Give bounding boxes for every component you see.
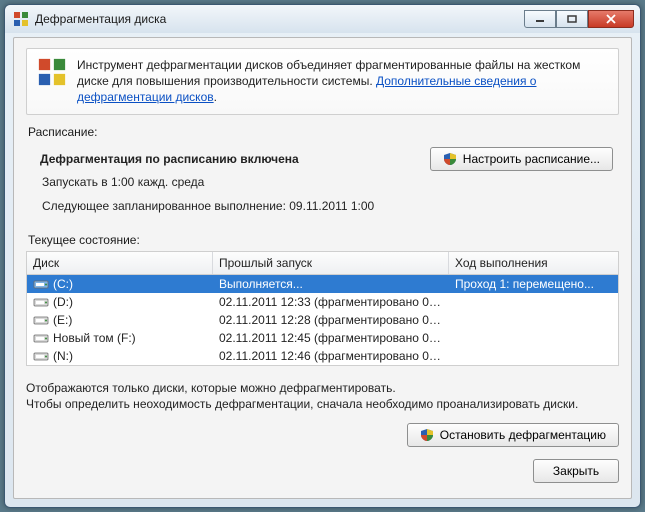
cell-disk: (D:) — [27, 294, 213, 310]
drive-icon — [33, 349, 49, 363]
cell-last-run: 02.11.2011 12:33 (фрагментировано 0%) — [213, 294, 449, 310]
col-header-disk[interactable]: Диск — [27, 252, 213, 274]
schedule-next-run: Следующее запланированное выполнение: 09… — [40, 199, 613, 213]
content-area: Инструмент дефрагментации дисков объедин… — [13, 37, 632, 499]
cell-progress — [449, 355, 618, 357]
schedule-panel: Дефрагментация по расписанию включена На… — [26, 143, 619, 223]
col-header-progress[interactable]: Ход выполнения — [449, 252, 618, 274]
disk-name: (N:) — [53, 349, 73, 363]
defrag-app-icon — [13, 11, 29, 27]
cell-disk: (C:) — [27, 276, 213, 292]
intro-text: Инструмент дефрагментации дисков объедин… — [77, 57, 608, 106]
stop-defrag-label: Остановить дефрагментацию — [440, 428, 606, 442]
hint-text: Отображаются только диски, которые можно… — [26, 380, 619, 414]
window-title: Дефрагментация диска — [35, 12, 524, 26]
cell-progress — [449, 319, 618, 321]
drive-icon — [33, 313, 49, 327]
table-row[interactable]: (E:) 02.11.2011 12:28 (фрагментировано 0%… — [27, 311, 618, 329]
col-header-last-run[interactable]: Прошлый запуск — [213, 252, 449, 274]
table-body: (C:) Выполняется...Проход 1: перемещено..… — [27, 275, 618, 365]
intro-text-after: . — [214, 90, 217, 104]
configure-schedule-label: Настроить расписание... — [463, 152, 600, 166]
cell-disk: Новый том (F:) — [27, 330, 213, 346]
window-frame: Дефрагментация диска Инструмент дефрагме… — [4, 4, 641, 508]
cell-disk: (E:) — [27, 312, 213, 328]
intro-panel: Инструмент дефрагментации дисков объедин… — [26, 48, 619, 115]
cell-progress — [449, 337, 618, 339]
drive-icon — [33, 295, 49, 309]
table-row[interactable]: (D:) 02.11.2011 12:33 (фрагментировано 0%… — [27, 293, 618, 311]
cell-progress: Проход 1: перемещено... — [449, 276, 618, 292]
drive-icon — [33, 331, 49, 345]
current-state-label: Текущее состояние: — [28, 233, 617, 247]
table-row[interactable]: Новый том (F:) 02.11.2011 12:45 (фрагмент… — [27, 329, 618, 347]
footer-row: Закрыть — [26, 459, 619, 483]
cell-progress — [449, 301, 618, 303]
schedule-run-at: Запускать в 1:00 кажд. среда — [40, 175, 613, 189]
disk-table: Диск Прошлый запуск Ход выполнения (C:) В… — [26, 251, 619, 366]
window-controls — [524, 10, 634, 28]
schedule-status-title: Дефрагментация по расписанию включена — [40, 152, 299, 166]
disk-name: Новый том (F:) — [53, 331, 136, 345]
table-row[interactable]: (C:) Выполняется...Проход 1: перемещено..… — [27, 275, 618, 293]
close-dialog-label: Закрыть — [553, 464, 599, 478]
disk-name: (E:) — [53, 313, 72, 327]
hint-line-2: Чтобы определить неоходимость дефрагмент… — [26, 396, 619, 413]
maximize-button[interactable] — [556, 10, 588, 28]
uac-shield-icon — [420, 428, 434, 442]
cell-last-run: 02.11.2011 12:28 (фрагментировано 0%) — [213, 312, 449, 328]
close-button[interactable] — [588, 10, 634, 28]
disk-name: (C:) — [53, 277, 73, 291]
titlebar[interactable]: Дефрагментация диска — [5, 5, 640, 33]
cell-disk: (N:) — [27, 348, 213, 364]
stop-defrag-button[interactable]: Остановить дефрагментацию — [407, 423, 619, 447]
schedule-label: Расписание: — [28, 125, 617, 139]
cell-last-run: 02.11.2011 12:45 (фрагментировано 0%) — [213, 330, 449, 346]
disk-name: (D:) — [53, 295, 73, 309]
cell-last-run: Выполняется... — [213, 276, 449, 292]
cell-last-run: 02.11.2011 12:46 (фрагментировано 0%) — [213, 348, 449, 364]
hint-line-1: Отображаются только диски, которые можно… — [26, 380, 619, 397]
table-row[interactable]: (N:) 02.11.2011 12:46 (фрагментировано 0%… — [27, 347, 618, 365]
uac-shield-icon — [443, 152, 457, 166]
close-dialog-button[interactable]: Закрыть — [533, 459, 619, 483]
table-header: Диск Прошлый запуск Ход выполнения — [27, 252, 618, 275]
minimize-button[interactable] — [524, 10, 556, 28]
action-row: Остановить дефрагментацию — [26, 423, 619, 447]
defrag-info-icon — [37, 57, 67, 106]
configure-schedule-button[interactable]: Настроить расписание... — [430, 147, 613, 171]
drive-icon — [33, 277, 49, 291]
